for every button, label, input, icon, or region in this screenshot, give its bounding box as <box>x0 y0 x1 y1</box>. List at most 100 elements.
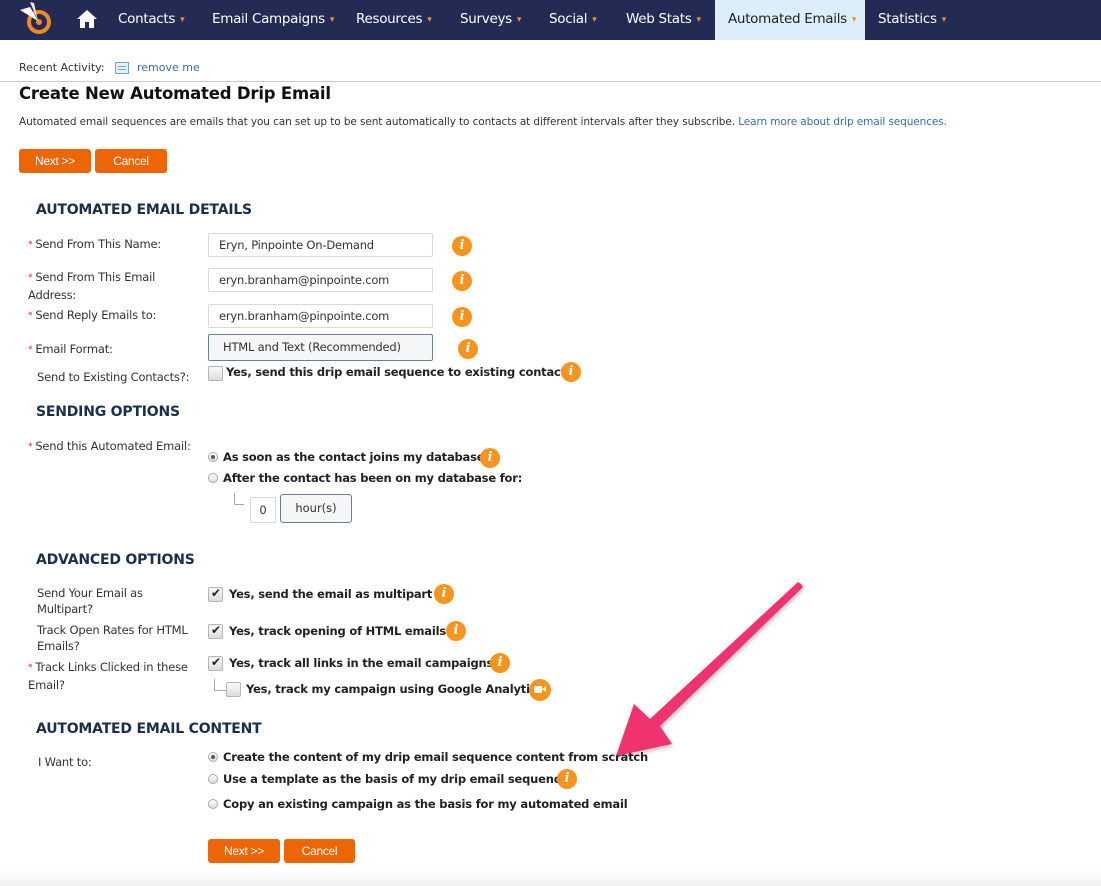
label-text: Track Open Rates for HTML Emails? <box>37 623 188 653</box>
info-icon[interactable]: i <box>452 236 472 256</box>
nav-label: Statistics <box>878 11 937 27</box>
info-icon[interactable]: i <box>452 307 472 327</box>
arrow-shape <box>616 582 803 756</box>
google-analytics-checkbox[interactable] <box>226 682 241 697</box>
content-copy-radio[interactable] <box>208 799 218 809</box>
label-text: Send From This Name: <box>35 237 162 251</box>
tree-connector <box>214 679 226 691</box>
next-button-bottom[interactable]: Next >> <box>208 839 280 863</box>
intro-text: Automated email sequences are emails tha… <box>19 116 735 128</box>
nav-contacts[interactable]: Contacts ▾ <box>118 0 185 40</box>
nav-email-campaigns[interactable]: Email Campaigns ▾ <box>212 0 334 40</box>
top-navigation: Contacts ▾ Email Campaigns ▾ Resources ▾ Su… <box>0 0 1101 40</box>
caret-down-icon: ▾ <box>427 15 432 25</box>
section-title-details: AUTOMATED EMAIL DETAILS <box>36 202 252 218</box>
multipart-checkbox[interactable] <box>208 586 223 602</box>
section-title-advanced: ADVANCED OPTIONS <box>36 552 195 568</box>
cancel-button-bottom[interactable]: Cancel <box>284 839 355 863</box>
nav-label: Contacts <box>118 11 176 27</box>
content-template-option: Use a template as the basis of my drip e… <box>223 772 568 786</box>
learn-more-link[interactable]: Learn more about drip email sequences. <box>738 116 947 128</box>
info-icon[interactable]: i <box>434 584 454 604</box>
send-after-radio[interactable] <box>208 473 218 483</box>
existing-contacts-label: Send to Existing Contacts?: <box>37 370 190 384</box>
delay-unit-select[interactable]: hour(s) <box>280 494 352 523</box>
from-name-input[interactable] <box>208 233 433 257</box>
tree-connector <box>234 493 244 505</box>
track-links-checkbox[interactable] <box>208 655 223 671</box>
from-email-input[interactable] <box>208 268 433 292</box>
required-mark: * <box>28 345 33 355</box>
nav-surveys[interactable]: Surveys ▾ <box>460 0 521 40</box>
existing-contacts-option: Yes, send this drip email sequence to ex… <box>226 365 573 379</box>
home-icon[interactable] <box>76 9 98 29</box>
next-button-top[interactable]: Next >> <box>19 149 91 173</box>
nav-statistics[interactable]: Statistics ▾ <box>878 0 946 40</box>
info-icon[interactable]: i <box>452 271 472 291</box>
required-mark: * <box>28 442 33 452</box>
caret-down-icon: ▾ <box>180 15 185 25</box>
nav-label: Surveys <box>460 11 512 27</box>
content-scratch-radio[interactable] <box>208 752 218 762</box>
nav-resources[interactable]: Resources ▾ <box>356 0 432 40</box>
caret-down-icon: ▾ <box>329 15 335 25</box>
section-title-content: AUTOMATED EMAIL CONTENT <box>36 721 262 737</box>
reply-to-label: * Send Reply Emails to: <box>28 307 156 325</box>
document-list-icon <box>115 62 129 74</box>
send-immediate-radio[interactable] <box>208 452 218 462</box>
track-links-label: * Track Links Clicked in these Email? <box>28 659 198 693</box>
required-mark: * <box>28 663 33 673</box>
send-timing-label: * Send this Automated Email: <box>28 438 191 456</box>
required-mark: * <box>28 273 33 283</box>
i-want-to-label: I Want to: <box>38 755 92 769</box>
nav-web-stats[interactable]: Web Stats ▾ <box>626 0 701 40</box>
cancel-button-top[interactable]: Cancel <box>95 149 167 173</box>
caret-down-icon: ▾ <box>696 15 702 25</box>
existing-contacts-checkbox[interactable] <box>208 366 223 381</box>
track-links-option: Yes, track all links in the email campai… <box>229 656 494 670</box>
info-icon[interactable]: i <box>458 339 478 359</box>
label-text: Track Links Clicked in these Email? <box>28 660 188 692</box>
video-icon[interactable] <box>529 679 551 701</box>
annotation-arrow-icon <box>616 582 803 756</box>
caret-down-icon: ▾ <box>941 15 947 25</box>
label-text: Send this Automated Email: <box>35 439 191 453</box>
track-open-label: Track Open Rates for HTML Emails? <box>28 622 198 654</box>
page-title: Create New Automated Drip Email <box>19 84 331 103</box>
from-email-label: * Send From This Email Address: <box>28 269 198 303</box>
email-format-select[interactable]: HTML and Text (Recommended) <box>208 334 433 361</box>
label-text: Send Your Email as Multipart? <box>37 586 143 616</box>
send-immediate-option: As soon as the contact joins my database <box>223 450 485 464</box>
send-after-option: After the contact has been on my databas… <box>223 471 523 485</box>
content-template-radio[interactable] <box>208 774 218 784</box>
page-intro: Automated email sequences are emails tha… <box>19 116 947 128</box>
google-analytics-option: Yes, track my campaign using Google Anal… <box>246 682 544 696</box>
reply-to-input[interactable] <box>208 304 433 328</box>
content-scratch-option: Create the content of my drip email sequ… <box>223 750 648 764</box>
multipart-label: Send Your Email as Multipart? <box>28 585 178 617</box>
nav-automated-emails[interactable]: Automated Emails ▾ <box>715 0 865 40</box>
multipart-option: Yes, send the email as multipart <box>229 587 433 601</box>
recent-activity-link[interactable]: remove me <box>137 61 200 74</box>
info-icon[interactable]: i <box>490 653 510 673</box>
track-open-checkbox[interactable] <box>208 623 223 639</box>
nav-label: Resources <box>356 11 423 27</box>
nav-social[interactable]: Social ▾ <box>549 0 597 40</box>
nav-label: Web Stats <box>626 11 692 27</box>
info-icon[interactable]: i <box>480 448 500 468</box>
caret-down-icon: ▾ <box>516 15 522 25</box>
page-bottom <box>0 870 1101 886</box>
recent-activity-label: Recent Activity: <box>19 61 105 74</box>
content-copy-option: Copy an existing campaign as the basis f… <box>223 797 628 811</box>
divider <box>0 81 1101 82</box>
email-format-label: * Email Format: <box>28 341 113 359</box>
label-text: Email Format: <box>35 342 113 356</box>
required-mark: * <box>28 240 33 250</box>
target-logo-icon[interactable] <box>18 2 56 38</box>
delay-value-input[interactable]: 0 <box>250 497 276 523</box>
nav-label: Email Campaigns <box>212 11 325 27</box>
info-icon[interactable]: i <box>561 362 581 382</box>
info-icon[interactable]: i <box>446 621 466 641</box>
section-title-sending: SENDING OPTIONS <box>36 404 180 420</box>
info-icon[interactable]: i <box>557 769 577 789</box>
